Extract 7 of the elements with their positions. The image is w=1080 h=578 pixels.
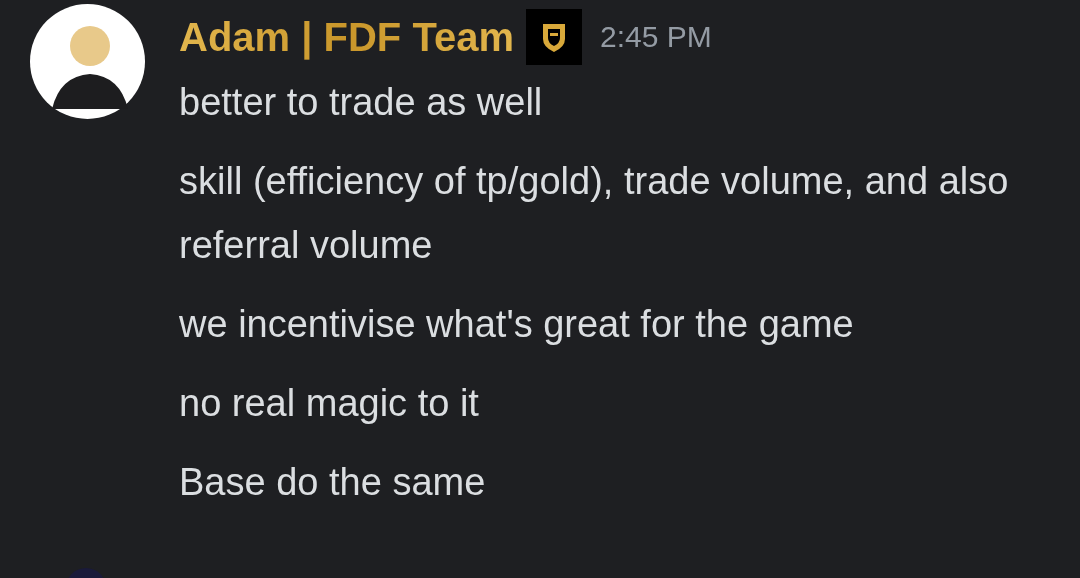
message-text: no real magic to it xyxy=(179,381,480,426)
user-avatar[interactable] xyxy=(30,4,145,119)
message-text: we incentivise what's great for the game xyxy=(179,302,855,347)
message-text: better to trade as well xyxy=(179,80,544,125)
shield-icon xyxy=(525,9,582,65)
timestamp: 2:45 PM xyxy=(599,20,712,54)
message-text: Base do the same xyxy=(179,460,487,505)
